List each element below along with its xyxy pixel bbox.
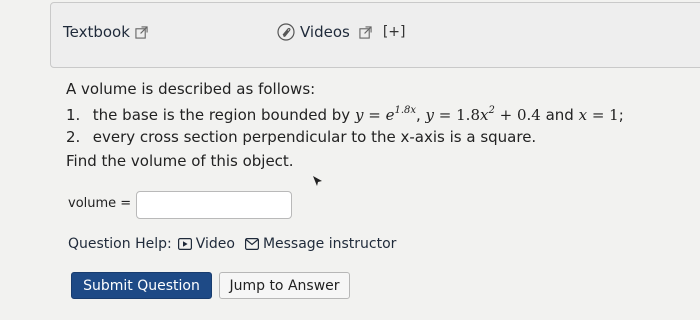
videos-expand-toggle[interactable]: [+] <box>383 24 406 40</box>
mail-icon <box>244 238 259 250</box>
math-expression-curve-2: y = 1.8x2 + 0.4 <box>425 105 541 124</box>
textbook-link[interactable]: Textbook <box>63 23 148 41</box>
videos-label: Videos <box>300 23 350 41</box>
question-help: Question Help: Video Message instructor <box>68 236 396 252</box>
jump-to-answer-button[interactable]: Jump to Answer <box>219 272 350 299</box>
video-help-link[interactable]: Video <box>177 236 235 252</box>
video-help-label: Video <box>195 236 235 252</box>
math-expression-curve-1: y = e1.8x <box>354 105 416 124</box>
play-icon <box>177 238 192 250</box>
problem-statement: A volume is described as follows: 1. the… <box>66 78 686 148</box>
volume-label: volume = <box>68 196 132 211</box>
volume-input[interactable] <box>136 191 292 219</box>
textbook-label: Textbook <box>63 23 130 41</box>
paperclip-icon <box>277 23 295 41</box>
external-link-icon <box>135 25 148 39</box>
item-1-and: and <box>545 106 574 124</box>
resources-panel: Textbook Videos [+] <box>50 2 700 68</box>
item-2-text: every cross section perpendicular to the… <box>92 128 537 146</box>
problem-item-1: 1. the base is the region bounded by y =… <box>66 105 624 124</box>
message-instructor-link[interactable]: Message instructor <box>244 236 397 252</box>
submit-question-button[interactable]: Submit Question <box>71 272 212 299</box>
question-help-label: Question Help: <box>68 236 172 252</box>
problem-intro: A volume is described as follows: <box>66 80 316 98</box>
videos-link[interactable]: Videos [+] <box>277 23 406 41</box>
math-expression-line: x = 1 <box>578 106 619 124</box>
item-1-number: 1. <box>66 106 81 124</box>
item-2-number: 2. <box>66 128 81 146</box>
item-1-text: the base is the region bounded by <box>92 106 351 124</box>
find-instruction: Find the volume of this object. <box>66 152 294 170</box>
message-instructor-label: Message instructor <box>262 236 397 252</box>
external-link-icon <box>359 25 372 39</box>
mouse-pointer <box>312 174 324 193</box>
problem-item-2: 2. every cross section perpendicular to … <box>66 126 686 148</box>
